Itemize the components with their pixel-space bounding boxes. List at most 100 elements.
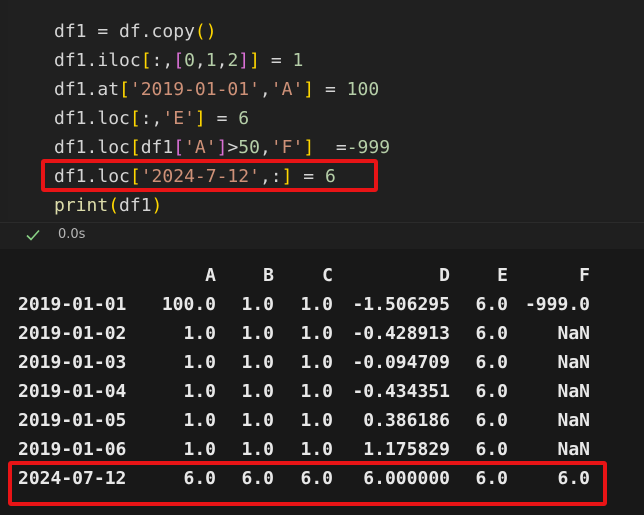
table-cell: 1.0 xyxy=(241,381,274,402)
table-cell: 1.0 xyxy=(300,410,333,431)
code-token: ( xyxy=(194,21,206,42)
table-cell: NaN xyxy=(557,323,590,344)
table-cell: 6.000000 xyxy=(363,468,450,489)
code-token: 50 xyxy=(238,137,260,158)
table-cell: NaN xyxy=(557,439,590,460)
table-cell: 1.0 xyxy=(241,323,274,344)
code-token: [ xyxy=(129,166,141,187)
code-token: 100 xyxy=(346,79,380,100)
code-token: , xyxy=(259,79,271,100)
table-cell: 6.0 xyxy=(475,352,508,373)
code-token: ] xyxy=(303,137,315,158)
cell-output: A B C D E F 2019-01-01 100.0 1.0 1.0 -1.5062… xyxy=(0,249,644,515)
table-row: 2019-01-01 100.0 1.0 1.0 -1.506295 6.0 -999.0 xyxy=(0,290,644,319)
row-index: 2019-01-05 xyxy=(18,410,127,431)
table-cell: 6.0 xyxy=(475,410,508,431)
code-line: df1.loc[:,'E'] = 6 xyxy=(54,104,249,133)
table-row: 2024-07-12 6.0 6.0 6.0 6.000000 6.0 6.0 xyxy=(0,464,644,493)
code-token: df1 xyxy=(54,21,87,42)
table-cell: 6.0 xyxy=(241,468,274,489)
code-token: = xyxy=(86,21,120,42)
table-cell: 6.0 xyxy=(300,468,333,489)
table-cell: 1.0 xyxy=(300,439,333,460)
column-header-a: A xyxy=(205,265,216,286)
code-token: df1 xyxy=(54,79,87,100)
code-token: df1 xyxy=(54,50,87,71)
code-token: = xyxy=(292,166,325,187)
code-token: 2 xyxy=(227,50,239,71)
code-token: ] xyxy=(194,108,206,129)
code-token: df1 xyxy=(119,195,152,216)
code-token: ] xyxy=(281,166,293,187)
code-token: [ xyxy=(173,137,185,158)
code-token: > xyxy=(227,137,239,158)
code-token: ] xyxy=(249,50,260,71)
row-index: 2019-01-02 xyxy=(18,323,127,344)
table-cell: 6.0 xyxy=(475,381,508,402)
table-cell: 1.0 xyxy=(300,323,333,344)
table-cell: 1.0 xyxy=(183,352,216,373)
code-token: df1 xyxy=(54,137,87,158)
code-token: ] xyxy=(238,50,250,71)
table-row: 2019-01-03 1.0 1.0 1.0 -0.094709 6.0 NaN xyxy=(0,348,644,377)
table-cell: 6.0 xyxy=(475,468,508,489)
table-cell: 1.0 xyxy=(183,381,216,402)
table-cell: 1.0 xyxy=(241,410,274,431)
code-token: [ xyxy=(129,108,141,129)
table-cell: 1.175829 xyxy=(363,439,450,460)
code-token: , xyxy=(259,137,271,158)
code-token: 6 xyxy=(324,166,336,187)
code-token: ) xyxy=(151,195,163,216)
table-cell: 1.0 xyxy=(241,294,274,315)
code-token: ) xyxy=(205,21,217,42)
table-cell: 1.0 xyxy=(241,352,274,373)
code-token: 6 xyxy=(238,108,250,129)
code-token: ( xyxy=(108,195,120,216)
execution-time: 0.0s xyxy=(58,227,86,242)
code-token: , xyxy=(194,50,206,71)
table-header-row: A B C D E F xyxy=(0,261,644,290)
code-token: 'A' xyxy=(270,79,304,100)
table-cell: NaN xyxy=(557,352,590,373)
row-index: 2019-01-03 xyxy=(18,352,127,373)
code-token: [ xyxy=(140,50,152,71)
code-token: ] xyxy=(216,137,228,158)
code-token: df1 xyxy=(54,108,87,129)
code-token: , xyxy=(216,50,228,71)
code-token: = xyxy=(314,137,347,158)
table-cell: 0.386186 xyxy=(363,410,450,431)
table-cell: 1.0 xyxy=(183,323,216,344)
code-token: 1 xyxy=(205,50,217,71)
code-token: '2019-01-01' xyxy=(129,79,260,100)
table-cell: 6.0 xyxy=(475,323,508,344)
notebook-code-cell[interactable]: df1 = df.copy() df1.iloc[:,[0,1,2]] = 1 df… xyxy=(0,0,644,249)
code-token: df xyxy=(119,21,141,42)
code-token: [ xyxy=(173,50,185,71)
table-cell: NaN xyxy=(557,410,590,431)
code-token: = xyxy=(314,79,347,100)
code-token: -999 xyxy=(346,137,391,158)
table-cell: -1.506295 xyxy=(352,294,450,315)
code-line: df1.at['2019-01-01','A'] = 100 xyxy=(54,75,379,104)
table-row: 2019-01-05 1.0 1.0 1.0 0.386186 6.0 NaN xyxy=(0,406,644,435)
row-index: 2024-07-12 xyxy=(18,468,127,489)
code-token: .at xyxy=(86,79,120,100)
column-header-d: D xyxy=(439,265,450,286)
code-editor[interactable]: df1 = df.copy() df1.iloc[:,[0,1,2]] = 1 df… xyxy=(8,0,644,220)
row-index: 2019-01-06 xyxy=(18,439,127,460)
code-token: = xyxy=(205,108,239,129)
code-token: :, xyxy=(151,50,174,71)
code-token: .copy xyxy=(140,21,195,42)
table-cell: -0.434351 xyxy=(352,381,450,402)
table-cell: 1.0 xyxy=(300,381,333,402)
code-token: print xyxy=(54,195,109,216)
code-token: df1 xyxy=(140,137,174,158)
table-cell: -0.428913 xyxy=(352,323,450,344)
table-cell: 1.0 xyxy=(183,410,216,431)
row-index: 2019-01-01 xyxy=(18,294,127,315)
table-cell: -999.0 xyxy=(524,294,590,315)
code-token: .loc xyxy=(86,137,130,158)
cell-status-bar: 0.0s xyxy=(0,222,644,249)
code-line: df1.loc['2024-7-12',:] = 6 xyxy=(54,162,336,191)
table-cell: 6.0 xyxy=(475,294,508,315)
